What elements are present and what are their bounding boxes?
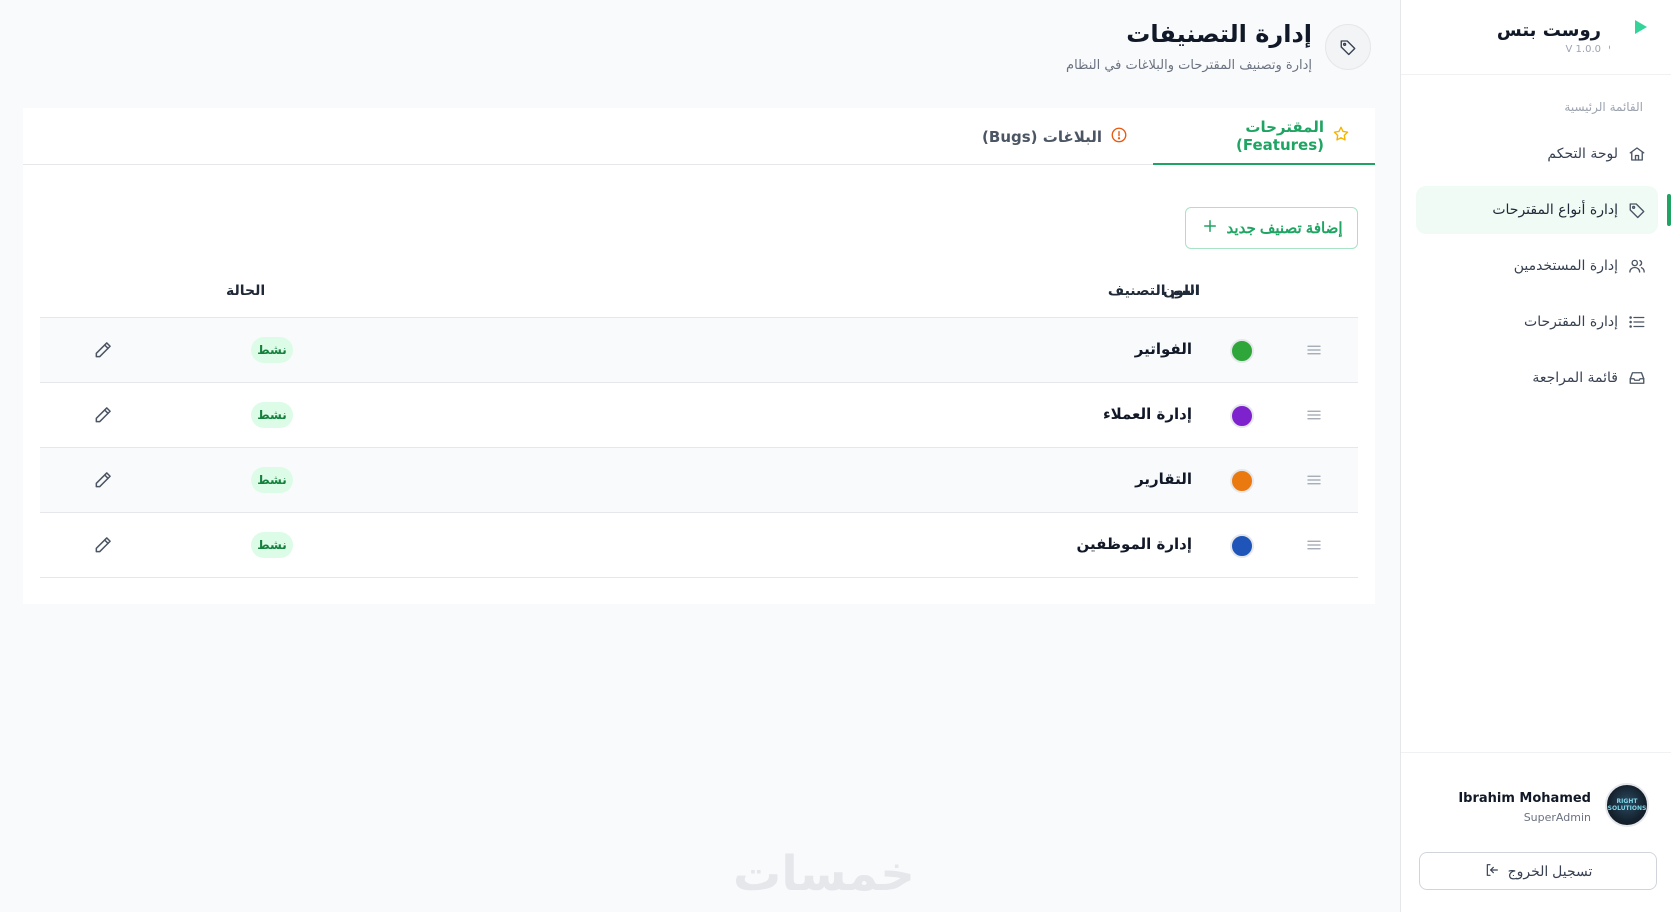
- svg-text:RB: RB: [1609, 33, 1611, 58]
- sidebar-item-users[interactable]: إدارة المستخدمين: [1416, 242, 1658, 290]
- table-row[interactable]: إدارة العملاء نشط: [40, 383, 1358, 448]
- inbox-icon: [1628, 369, 1646, 387]
- add-category-label: إضافة تصنيف جديد: [1226, 220, 1343, 237]
- status-badge: نشط: [251, 467, 293, 493]
- category-name: التقارير: [1135, 470, 1192, 488]
- category-color-swatch: [1230, 534, 1254, 558]
- category-name: إدارة العملاء: [1102, 405, 1192, 423]
- edit-pencil-icon[interactable]: [93, 405, 113, 425]
- list-icon: [1628, 313, 1646, 331]
- nav-heading: القائمة الرئيسية: [1564, 100, 1643, 114]
- avatar[interactable]: RIGHT SOLUTIONS: [1605, 783, 1649, 827]
- status-badge: نشط: [251, 532, 293, 558]
- edit-pencil-icon[interactable]: [93, 535, 113, 555]
- category-color-swatch: [1230, 469, 1254, 493]
- categories-card: المقترحات (Features) البلاغات (Bugs) إضا…: [23, 108, 1375, 604]
- sidebar: RB روست بتس V 1.0.0 القائمة الرئيسية لوح…: [1400, 0, 1671, 912]
- edit-pencil-icon[interactable]: [93, 470, 113, 490]
- column-header-name: اسم التصنيف: [1107, 283, 1200, 299]
- drag-handle-icon[interactable]: [1305, 406, 1323, 424]
- tab-bugs[interactable]: البلاغات (Bugs): [957, 108, 1153, 165]
- category-name: الفواتير: [1134, 340, 1192, 358]
- table-row[interactable]: التقارير نشط: [40, 448, 1358, 513]
- status-badge: نشط: [251, 337, 293, 363]
- tag-icon: [1628, 201, 1646, 219]
- category-color-swatch: [1230, 339, 1254, 363]
- tab-features[interactable]: المقترحات (Features): [1153, 108, 1375, 165]
- category-color-swatch: [1230, 404, 1254, 428]
- category-name: إدارة الموظفين: [1076, 535, 1192, 553]
- drag-handle-icon[interactable]: [1305, 471, 1323, 489]
- status-badge: نشط: [251, 402, 293, 428]
- page-header-tag-icon: [1325, 24, 1371, 70]
- brand-version: V 1.0.0: [1565, 44, 1601, 55]
- edit-pencil-icon[interactable]: [93, 340, 113, 360]
- star-icon: [1332, 125, 1350, 147]
- add-category-button[interactable]: إضافة تصنيف جديد: [1185, 207, 1358, 249]
- table-row[interactable]: إدارة الموظفين نشط: [40, 513, 1358, 578]
- user-name: Ibrahim Mohamed: [1458, 791, 1591, 806]
- sidebar-item-label: إدارة المستخدمين: [1513, 258, 1618, 274]
- alert-circle-icon: [1110, 126, 1128, 148]
- sidebar-item-suggestion-types[interactable]: إدارة أنواع المقترحات: [1416, 186, 1671, 234]
- users-icon: [1628, 257, 1646, 275]
- sidebar-item-label: قائمة المراجعة: [1532, 370, 1618, 386]
- logout-label: تسجيل الخروج: [1507, 862, 1593, 879]
- brand: RB روست بتس V 1.0.0: [1401, 0, 1671, 75]
- table-header: اللون اسم التصنيف الحالة: [40, 268, 1358, 318]
- sidebar-item-review-list[interactable]: قائمة المراجعة: [1416, 354, 1658, 402]
- table-body: الفواتير نشط إدارة العملاء نشط التقارير …: [40, 318, 1358, 578]
- sidebar-item-label: إدارة المقترحات: [1524, 314, 1618, 330]
- plus-icon: [1201, 217, 1219, 239]
- brand-logo: RB: [1577, 16, 1653, 60]
- logout-button[interactable]: تسجيل الخروج: [1419, 852, 1657, 890]
- tab-label: المقترحات (Features): [1235, 117, 1324, 154]
- categories-table: اللون اسم التصنيف الحالة الفواتير نشط إد…: [40, 268, 1358, 578]
- drag-handle-icon[interactable]: [1305, 536, 1323, 554]
- sidebar-item-suggestions[interactable]: إدارة المقترحات: [1416, 298, 1658, 346]
- sidebar-item-label: إدارة أنواع المقترحات: [1492, 202, 1618, 218]
- table-row[interactable]: الفواتير نشط: [40, 318, 1358, 383]
- page-title: إدارة التصنيفات: [1126, 20, 1312, 48]
- home-icon: [1628, 145, 1646, 163]
- user-role: SuperAdmin: [1523, 811, 1591, 824]
- user-profile: RIGHT SOLUTIONS Ibrahim Mohamed SuperAdm…: [1401, 752, 1671, 852]
- brand-name: روست بتس: [1496, 20, 1601, 41]
- page-subtitle: إدارة وتصنيف المقترحات والبلاغات في النظ…: [1066, 58, 1312, 73]
- sidebar-item-label: لوحة التحكم: [1547, 146, 1618, 162]
- app-root: RB روست بتس V 1.0.0 القائمة الرئيسية لوح…: [0, 0, 1671, 912]
- category-tabs: المقترحات (Features) البلاغات (Bugs): [23, 108, 1375, 165]
- logout-icon: [1484, 862, 1500, 881]
- watermark: خمسات: [733, 846, 915, 902]
- tab-label: البلاغات (Bugs): [982, 127, 1102, 146]
- sidebar-item-dashboard[interactable]: لوحة التحكم: [1416, 130, 1658, 178]
- column-header-status: الحالة: [226, 283, 266, 299]
- sidebar-nav: لوحة التحكم إدارة أنواع المقترحات إدارة …: [1401, 130, 1671, 410]
- drag-handle-icon[interactable]: [1305, 341, 1323, 359]
